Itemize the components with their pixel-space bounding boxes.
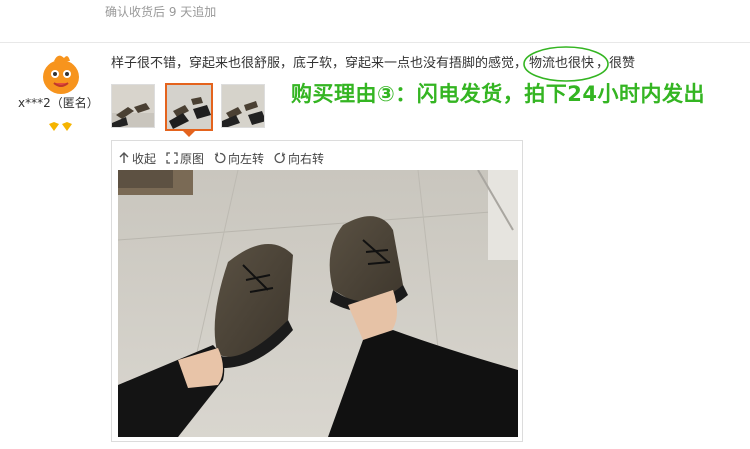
divider	[0, 42, 750, 43]
original-image-label: 原图	[180, 151, 205, 166]
review-text-before: 样子很不错，穿起来也很舒服，底子软，穿起来一点也没有捂脚的感觉，	[111, 56, 528, 71]
rotate-left-icon	[214, 152, 226, 164]
collapse-button[interactable]: 收起	[118, 150, 156, 167]
user-name[interactable]: x***2（匿名）	[18, 96, 99, 110]
review-thumbnail-1[interactable]	[111, 84, 155, 128]
user-avatar[interactable]	[40, 52, 82, 96]
review-photo-large[interactable]	[118, 170, 518, 437]
review-thumbnail-2[interactable]	[165, 83, 213, 131]
review-content: 样子很不错，穿起来也很舒服，底子软，穿起来一点也没有捂脚的感觉， 物流也很快 ，很赞	[111, 46, 636, 82]
selected-thumbnail-indicator	[183, 131, 195, 137]
expand-icon	[166, 152, 178, 164]
rotate-left-button[interactable]: 向左转	[214, 150, 264, 167]
rotate-left-label: 向左转	[228, 151, 265, 166]
original-image-button[interactable]: 原图	[166, 150, 204, 167]
vip-level-icon	[47, 117, 75, 131]
review-text-after: ，很赞	[596, 56, 636, 71]
review-highlight-text: 物流也很快	[529, 56, 595, 71]
arrow-up-icon	[118, 152, 130, 164]
purchase-reason-annotation: 购买理由③：闪电发货，拍下24小时内发出	[291, 82, 706, 106]
image-viewer-toolbar: 收起 原图 向左转 向右转	[118, 149, 334, 167]
rotate-right-icon	[274, 152, 286, 164]
collapse-label: 收起	[132, 151, 157, 166]
review-highlight: 物流也很快	[523, 46, 609, 82]
rotate-right-label: 向右转	[288, 151, 325, 166]
image-viewer: 收起 原图 向左转 向右转	[111, 140, 523, 442]
review-followup-note: 确认收货后 9 天追加	[105, 5, 217, 19]
rotate-right-button[interactable]: 向右转	[274, 150, 324, 167]
review-thumbnail-3[interactable]	[221, 84, 265, 128]
